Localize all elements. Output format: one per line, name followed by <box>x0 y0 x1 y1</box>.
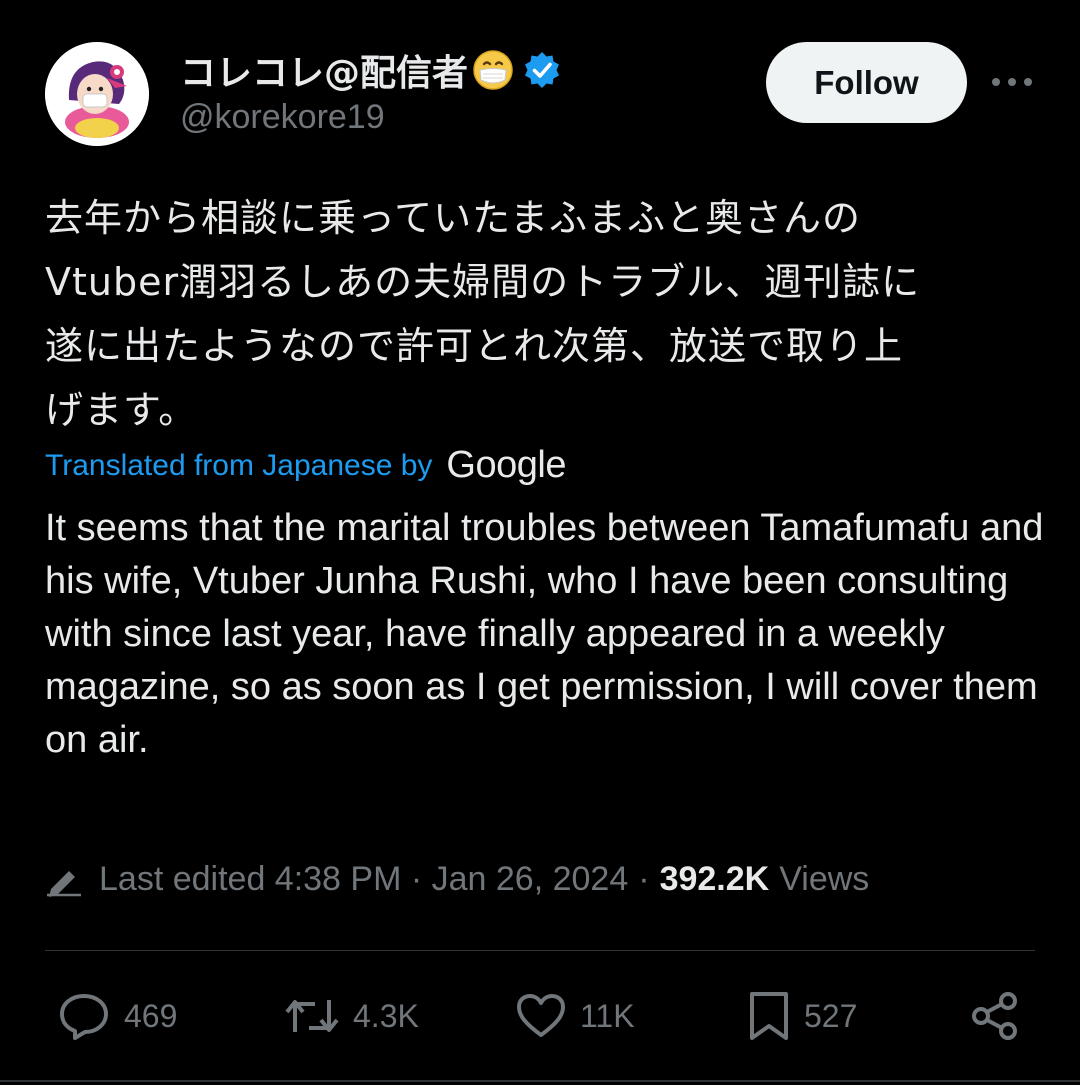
tweet-translated-text: It seems that the marital troubles betwe… <box>45 507 1044 761</box>
views-label: Views <box>779 860 870 898</box>
views-count: 392.2K <box>659 860 770 898</box>
tweet-meta: Last edited 4:38 PM · Jan 26, 2024 · 392… <box>45 860 869 899</box>
author-name[interactable]: コレコレ@配信者 <box>180 44 562 96</box>
share-button[interactable] <box>970 988 1020 1044</box>
repost-button[interactable]: 4.3K <box>285 988 419 1044</box>
face-with-medical-mask-icon <box>472 49 514 91</box>
share-icon <box>972 992 1017 1040</box>
bookmark-icon <box>750 992 788 1040</box>
repost-icon <box>285 1000 339 1032</box>
translation-attribution: Translated from Japanese by Google <box>45 444 566 487</box>
bookmark-button[interactable]: 527 <box>748 988 857 1044</box>
avatar-image <box>45 42 149 146</box>
divider <box>45 950 1035 951</box>
verified-badge-icon[interactable] <box>522 50 562 90</box>
like-button[interactable]: 11K <box>516 988 635 1044</box>
author-handle[interactable]: @korekore19 <box>180 98 385 137</box>
like-count: 11K <box>580 997 635 1034</box>
google-logo: Google <box>446 444 566 486</box>
author-display-name[interactable]: コレコレ@配信者 <box>180 44 468 96</box>
bottom-divider <box>0 1080 1080 1082</box>
reply-count: 469 <box>124 997 178 1034</box>
last-edited-label[interactable]: Last edited 4:38 PM · Jan 26, 2024 <box>99 860 628 899</box>
translated-from-label[interactable]: Translated from Japanese by <box>45 449 432 483</box>
meta-separator: · <box>638 860 650 898</box>
reply-button[interactable]: 469 <box>58 988 177 1044</box>
follow-button[interactable]: Follow <box>766 42 967 123</box>
more-options-icon[interactable] <box>990 68 1034 96</box>
edit-pencil-icon <box>45 863 83 897</box>
reply-icon <box>60 994 108 1040</box>
avatar[interactable] <box>45 42 149 146</box>
tweet-original-text: 去年から相談に乗っていたまふまふと奥さんの Vtuber潤羽るしあの夫婦間のトラ… <box>45 196 921 432</box>
bookmark-count: 527 <box>804 997 858 1034</box>
heart-icon <box>517 994 565 1037</box>
repost-count: 4.3K <box>353 997 419 1034</box>
